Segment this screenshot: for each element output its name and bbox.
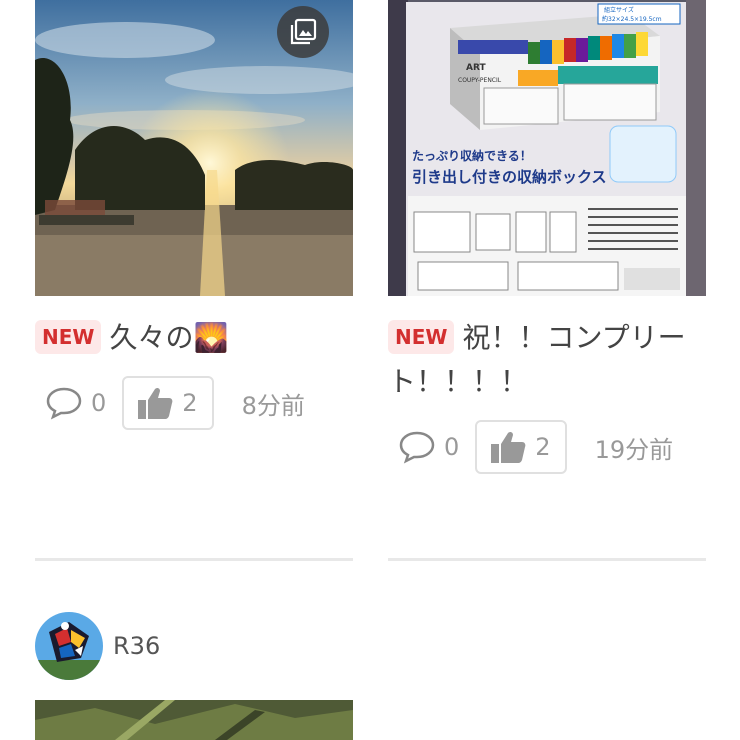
sunrise-emoji: 🌄 [193, 321, 229, 354]
new-badge: NEW [35, 320, 102, 354]
post-title[interactable]: NEW 久々の🌄 [35, 316, 353, 360]
username[interactable]: R36 [113, 632, 160, 660]
post-stats: 0 2 8分前 [35, 374, 353, 432]
like-count: 2 [535, 433, 551, 461]
avatar[interactable] [35, 612, 103, 680]
post-time: 8分前 [241, 391, 305, 420]
like-button[interactable]: 2 [122, 376, 214, 430]
box-sub-brand: COUPY-PENCIL [458, 77, 502, 84]
storage-box-photo: ART COUPY-PENCIL 組立サイズ 約32×24.5×19.5cm た… [388, 0, 706, 296]
box-size-label: 組立サイズ [604, 6, 634, 14]
post-stats: 0 2 19分前 [388, 418, 706, 476]
comment-icon [46, 387, 82, 420]
post-image-next[interactable] [35, 700, 353, 740]
post-title[interactable]: NEW 祝！！コンプリート！！！！ [388, 316, 706, 404]
thumbs-up-icon [138, 387, 173, 419]
post-author[interactable]: R36 [35, 612, 160, 680]
box-brand: ART [466, 63, 486, 73]
comment-count: 0 [444, 433, 460, 461]
nature-photo [35, 700, 353, 740]
post-card[interactable]: ART COUPY-PENCIL 組立サイズ 約32×24.5×19.5cm た… [388, 0, 706, 476]
box-line1: たっぷり収納できる！ [412, 148, 532, 163]
like-button[interactable]: 2 [475, 420, 567, 474]
post-title-text: 久々の [109, 321, 194, 354]
like-count: 2 [182, 389, 198, 417]
thumbs-up-icon [491, 431, 526, 463]
post-card[interactable]: NEW 久々の🌄 0 2 8分前 [35, 0, 353, 432]
comment-icon [399, 431, 435, 464]
card-divider [388, 558, 706, 561]
post-time: 19分前 [594, 435, 674, 464]
box-line2: 引き出し付きの収納ボックス [412, 168, 607, 186]
card-divider [35, 558, 353, 561]
gallery-icon[interactable] [277, 6, 329, 58]
box-size-value: 約32×24.5×19.5cm [602, 15, 662, 23]
new-badge: NEW [388, 320, 455, 354]
comment-button[interactable]: 0 [398, 430, 459, 464]
post-image-box[interactable]: ART COUPY-PENCIL 組立サイズ 約32×24.5×19.5cm た… [388, 0, 706, 296]
comment-count: 0 [91, 389, 107, 417]
comment-button[interactable]: 0 [45, 386, 106, 420]
post-image-sunrise[interactable] [35, 0, 353, 296]
